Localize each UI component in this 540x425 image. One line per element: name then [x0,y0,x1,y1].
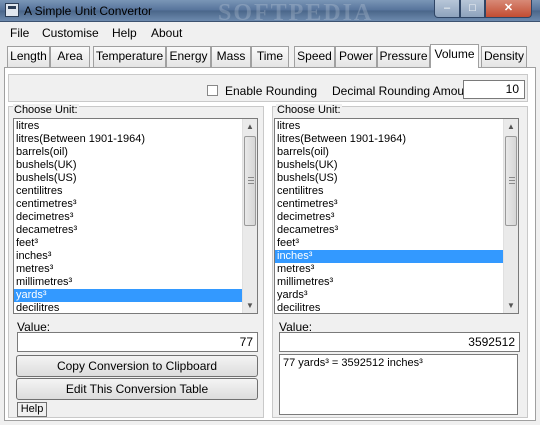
decimal-rounding-input[interactable]: 10 [463,80,525,99]
from-unit-items: litres litres(Between 1901-1964) barrels(o… [14,120,244,313]
list-item[interactable]: centilitres [275,185,505,198]
tab-temperature[interactable]: Temperature [93,46,166,67]
tab-energy[interactable]: Energy [166,46,211,67]
from-unit-label: Choose Unit: [13,104,79,116]
list-item[interactable]: decametres³ [14,224,244,237]
list-item[interactable]: bushels(UK) [14,159,244,172]
tab-speed[interactable]: Speed [294,46,335,67]
help-button[interactable]: Help [17,402,47,417]
menu-bar: File Customise Help About [0,23,540,43]
scroll-down-icon[interactable]: ▼ [504,298,518,313]
to-value-output[interactable]: 3592512 [279,332,520,352]
list-item[interactable]: metres³ [275,263,505,276]
menu-about[interactable]: About [151,26,182,40]
list-item[interactable]: metres³ [14,263,244,276]
decimal-rounding-label: Decimal Rounding Amount: [332,84,478,98]
scroll-up-icon[interactable]: ▲ [243,119,257,134]
list-item[interactable]: yards³ [14,289,244,302]
list-item[interactable]: barrels(oil) [275,146,505,159]
window-title: A Simple Unit Convertor [24,4,153,18]
list-item[interactable]: yards³ [275,289,505,302]
minimize-button[interactable]: – [434,0,460,18]
tab-density[interactable]: Density [481,46,527,67]
tab-power[interactable]: Power [335,46,377,67]
list-item[interactable]: feet³ [14,237,244,250]
list-item[interactable]: inches³ [275,250,505,263]
menu-help[interactable]: Help [112,26,137,40]
conversion-result-text: 77 yards³ = 3592512 inches³ [279,354,518,415]
list-item[interactable]: litres [275,120,505,133]
scroll-thumb[interactable] [244,136,256,226]
from-value-input[interactable]: 77 [17,332,258,352]
scroll-thumb[interactable] [505,136,517,226]
list-item[interactable]: bushels(US) [275,172,505,185]
list-item[interactable]: decimetres³ [14,211,244,224]
list-item[interactable]: millimetres³ [275,276,505,289]
from-unit-list[interactable]: litres litres(Between 1901-1964) barrels(o… [13,118,258,314]
tab-time[interactable]: Time [251,46,289,67]
copy-conversion-button[interactable]: Copy Conversion to Clipboard [16,355,258,377]
app-icon [5,3,19,17]
tab-volume[interactable]: Volume [430,44,479,68]
list-item[interactable]: millimetres³ [14,276,244,289]
list-item[interactable]: decilitres [275,302,505,313]
list-item[interactable]: barrels(oil) [14,146,244,159]
list-item[interactable]: centilitres [14,185,244,198]
list-item[interactable]: centimetres³ [14,198,244,211]
tab-pressure[interactable]: Pressure [377,46,430,67]
list-item[interactable]: decimetres³ [275,211,505,224]
tab-area[interactable]: Area [50,46,90,67]
close-button[interactable]: ✕ [485,0,532,18]
enable-rounding-checkbox[interactable] [207,85,218,96]
to-unit-list[interactable]: litres litres(Between 1901-1964) barrels(o… [274,118,519,314]
menu-file[interactable]: File [10,26,29,40]
tab-strip: Length Area Temperature Energy Mass Time… [4,44,536,68]
to-unit-items: litres litres(Between 1901-1964) barrels(o… [275,120,505,313]
tab-mass[interactable]: Mass [211,46,251,67]
to-unit-scrollbar[interactable]: ▲ ▼ [503,119,518,313]
list-item[interactable]: feet³ [275,237,505,250]
to-unit-label: Choose Unit: [276,104,342,116]
list-item[interactable]: litres(Between 1901-1964) [275,133,505,146]
list-item[interactable]: litres(Between 1901-1964) [14,133,244,146]
list-item[interactable]: decilitres [14,302,244,313]
title-bar[interactable]: A Simple Unit Convertor SOFTPEDIA – □ ✕ [0,0,540,26]
enable-rounding-label: Enable Rounding [225,84,318,98]
maximize-button[interactable]: □ [460,0,485,18]
from-unit-scrollbar[interactable]: ▲ ▼ [242,119,257,313]
list-item[interactable]: litres [14,120,244,133]
menu-customise[interactable]: Customise [42,26,99,40]
list-item[interactable]: centimetres³ [275,198,505,211]
edit-conversion-table-button[interactable]: Edit This Conversion Table [16,378,258,400]
list-item[interactable]: inches³ [14,250,244,263]
tab-length[interactable]: Length [7,46,50,67]
list-item[interactable]: decametres³ [275,224,505,237]
scroll-up-icon[interactable]: ▲ [504,119,518,134]
list-item[interactable]: bushels(UK) [275,159,505,172]
list-item[interactable]: bushels(US) [14,172,244,185]
scroll-down-icon[interactable]: ▼ [243,298,257,313]
